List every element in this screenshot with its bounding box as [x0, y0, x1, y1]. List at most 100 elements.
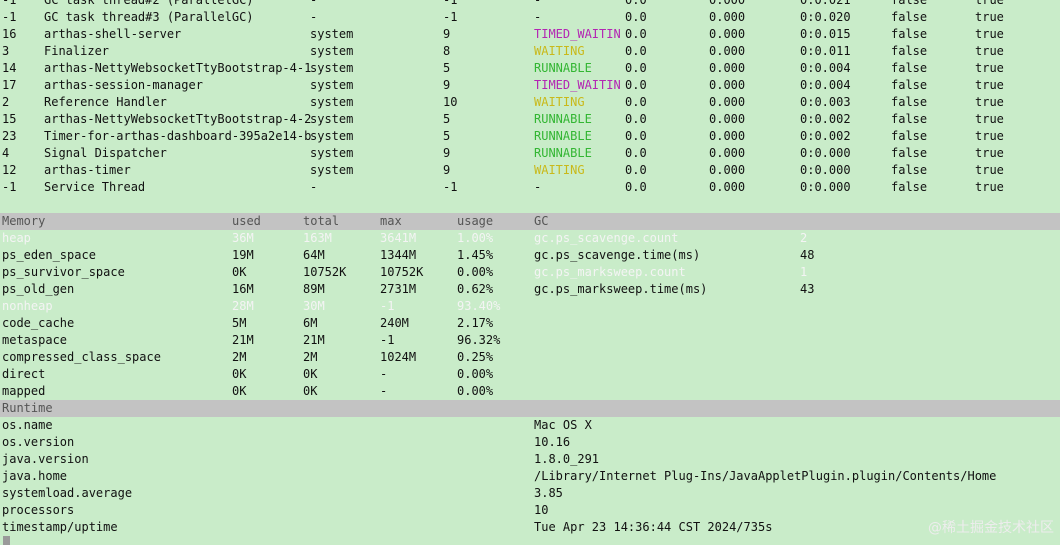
- memory-usage: 1.00%: [457, 231, 494, 245]
- thread-id: -1: [2, 180, 17, 194]
- thread-id: 17: [2, 78, 17, 92]
- used-header: used: [232, 214, 261, 228]
- thread-priority: 8: [443, 44, 451, 58]
- thread-name: arthas-shell-server: [44, 27, 182, 41]
- memory-usage: 0.00%: [457, 384, 494, 398]
- memory-row: metaspace 21M 21M -1 96.32%: [0, 332, 1060, 349]
- memory-total: 21M: [303, 333, 325, 347]
- memory-max: 10752K: [380, 265, 424, 279]
- thread-daemon: true: [975, 163, 1004, 177]
- memory-name: ps_old_gen: [2, 282, 75, 296]
- thread-delta-time: 0.000: [709, 0, 746, 7]
- thread-delta-time: 0.000: [709, 180, 746, 194]
- thread-name: arthas-NettyWebsocketTtyBootstrap-4-1: [44, 61, 312, 75]
- thread-id: -1: [2, 10, 17, 24]
- thread-priority: 9: [443, 163, 451, 177]
- thread-daemon: true: [975, 95, 1004, 109]
- memory-row: nonheap 28M 30M -1 93.40%: [0, 298, 1060, 315]
- memory-used: 0K: [232, 265, 247, 279]
- runtime-key: os.name: [2, 418, 53, 432]
- memory-used: 5M: [232, 316, 247, 330]
- memory-used: 0K: [232, 367, 247, 381]
- thread-row: 23 Timer-for-arthas-dashboard-395a2e14-b s…: [0, 128, 1060, 145]
- gc-value: 1: [800, 265, 808, 279]
- thread-group: system: [310, 27, 354, 41]
- thread-state: WAITING: [534, 44, 585, 58]
- thread-group: system: [310, 95, 354, 109]
- thread-row: 15 arthas-NettyWebsocketTtyBootstrap-4-2 s…: [0, 111, 1060, 128]
- thread-row: 17 arthas-session-manager system 9 TIMED_WAI…: [0, 77, 1060, 94]
- runtime-value: /Library/Internet Plug-Ins/JavaAppletPlu…: [534, 469, 997, 483]
- thread-time: 0:0.004: [800, 78, 851, 92]
- thread-name: arthas-session-manager: [44, 78, 203, 92]
- thread-name: GC task thread#3 (ParallelGC): [44, 10, 254, 24]
- thread-state: RUNNABLE: [534, 112, 592, 126]
- memory-row: code_cache 5M 6M 240M 2.17%: [0, 315, 1060, 332]
- runtime-value: 1.8.0_291: [534, 452, 600, 466]
- watermark: @稀土掘金技术社区: [928, 520, 1054, 536]
- thread-time: 0:0.000: [800, 146, 851, 160]
- thread-state: -: [534, 180, 542, 194]
- memory-max: 2731M: [380, 282, 417, 296]
- thread-time: 0:0.000: [800, 180, 851, 194]
- memory-usage: 0.25%: [457, 350, 494, 364]
- gc-name: gc.ps_marksweep.count: [534, 265, 686, 279]
- thread-cpu: 0.0: [625, 129, 647, 143]
- memory-row: compressed_class_space 2M 2M 1024M 0.25%: [0, 349, 1060, 366]
- thread-cpu: 0.0: [625, 146, 647, 160]
- thread-time: 0:0.020: [800, 10, 851, 24]
- thread-group: system: [310, 129, 354, 143]
- thread-delta-time: 0.000: [709, 129, 746, 143]
- thread-interrupted: false: [891, 78, 928, 92]
- thread-group: system: [310, 44, 354, 58]
- thread-cpu: 0.0: [625, 95, 647, 109]
- gc-value: 48: [800, 248, 815, 262]
- memory-used: 2M: [232, 350, 247, 364]
- thread-group: system: [310, 61, 354, 75]
- total-header: total: [303, 214, 340, 228]
- thread-priority: 9: [443, 78, 451, 92]
- memory-total: 0K: [303, 367, 318, 381]
- runtime-row: systemload.average 3.85: [0, 485, 1060, 502]
- memory-max: 1024M: [380, 350, 417, 364]
- thread-row: 4 Signal Dispatcher system 9 RUNNABLE 0.0 0.00…: [0, 145, 1060, 162]
- thread-delta-time: 0.000: [709, 112, 746, 126]
- thread-group: system: [310, 78, 354, 92]
- memory-name: heap: [2, 231, 31, 245]
- memory-total: 89M: [303, 282, 325, 296]
- memory-usage: 1.45%: [457, 248, 494, 262]
- thread-state: TIMED_WAITIN: [534, 27, 621, 41]
- thread-priority: 10: [443, 95, 458, 109]
- runtime-key: processors: [2, 503, 75, 517]
- memory-row: ps_old_gen 16M 89M 2731M 0.62%: [0, 281, 1060, 298]
- thread-id: -1: [2, 0, 17, 7]
- runtime-value: Mac OS X: [534, 418, 592, 432]
- terminal-cursor[interactable]: [3, 536, 10, 545]
- thread-time: 0:0.021: [800, 0, 851, 7]
- thread-delta-time: 0.000: [709, 61, 746, 75]
- memory-gc-header: Memory used total max usage GC: [0, 213, 1060, 230]
- runtime-key: os.version: [2, 435, 75, 449]
- thread-interrupted: false: [891, 27, 928, 41]
- memory-usage: 96.32%: [457, 333, 501, 347]
- runtime-row: timestamp/uptime Tue Apr 23 14:36:44 CST …: [0, 519, 1060, 536]
- thread-state: RUNNABLE: [534, 146, 592, 160]
- thread-name: Finalizer: [44, 44, 110, 58]
- thread-group: system: [310, 163, 354, 177]
- memory-usage: 2.17%: [457, 316, 494, 330]
- thread-name: arthas-timer: [44, 163, 131, 177]
- memory-name: nonheap: [2, 299, 53, 313]
- thread-group: system: [310, 146, 354, 160]
- thread-id: 3: [2, 44, 10, 58]
- runtime-key: java.home: [2, 469, 68, 483]
- runtime-key: timestamp/uptime: [2, 520, 118, 534]
- thread-state: -: [534, 0, 542, 7]
- thread-priority: 5: [443, 129, 451, 143]
- thread-time: 0:0.002: [800, 112, 851, 126]
- gc-header-label: GC: [534, 214, 549, 228]
- memory-header-label: Memory: [2, 214, 46, 228]
- thread-row: 2 Reference Handler system 10 WAITING 0.0 0.00…: [0, 94, 1060, 111]
- memory-used: 0K: [232, 384, 247, 398]
- thread-priority: 5: [443, 61, 451, 75]
- thread-cpu: 0.0: [625, 112, 647, 126]
